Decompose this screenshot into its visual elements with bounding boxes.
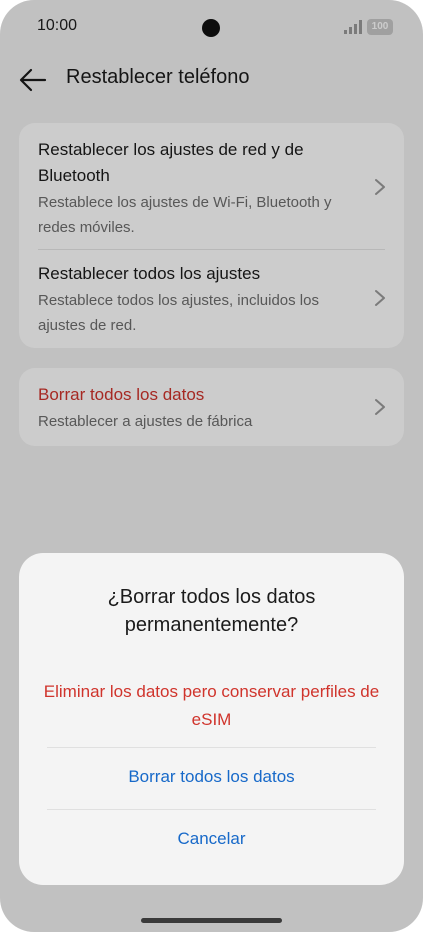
confirm-erase-dialog: ¿Borrar todos los datos permanentemente?…: [19, 553, 404, 885]
dialog-title: ¿Borrar todos los datos permanentemente?: [107, 586, 316, 636]
divider: [47, 809, 376, 810]
phone-screen: 10:00 100 Restablecer teléfono Restablec…: [0, 0, 423, 932]
erase-keep-esim-button[interactable]: Eliminar los datos pero conservar perfil…: [39, 678, 384, 734]
cancel-button[interactable]: Cancelar: [39, 825, 384, 853]
divider: [47, 747, 376, 748]
erase-all-data-button[interactable]: Borrar todos los datos: [39, 763, 384, 791]
home-indicator[interactable]: [141, 918, 282, 923]
